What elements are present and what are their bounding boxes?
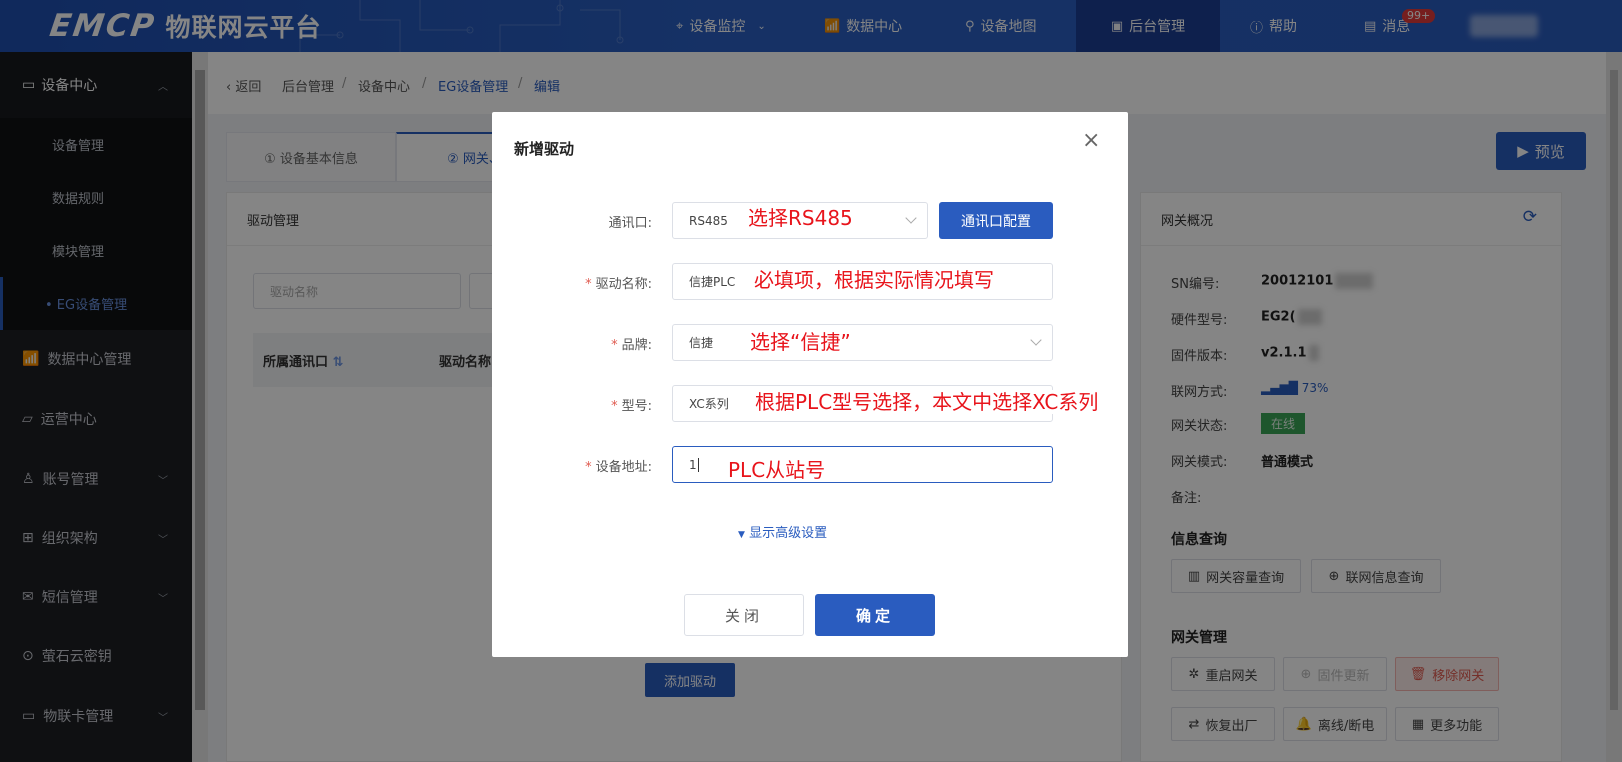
label-driver-name: * 驱动名称:: [585, 273, 652, 292]
required-mark: *: [611, 399, 618, 414]
input-value: 信捷PLC: [689, 275, 736, 289]
confirm-button[interactable]: 确定: [815, 594, 935, 636]
label-port: 通讯口:: [609, 212, 652, 231]
brand-select[interactable]: 信捷: [672, 324, 1053, 361]
select-value: RS485: [689, 213, 728, 228]
caret-down-icon: ▼: [738, 530, 745, 540]
select-value: XC系列: [689, 397, 729, 411]
label-text: 品牌:: [621, 338, 652, 353]
required-mark: *: [585, 277, 592, 292]
chevron-down-icon: [905, 212, 917, 224]
link-label: 显示高级设置: [749, 526, 828, 541]
close-button[interactable]: 关闭: [684, 594, 804, 636]
annotation: 选择RS485: [748, 206, 853, 230]
label-text: 通讯口:: [608, 216, 652, 231]
label-model: * 型号:: [611, 395, 652, 414]
label-brand: * 品牌:: [611, 334, 652, 353]
label-text: 型号:: [621, 399, 652, 414]
annotation: 选择“信捷”: [750, 330, 851, 354]
select-value: 信捷: [689, 336, 714, 350]
annotation: 根据PLC型号选择，本文中选择XC系列: [755, 390, 1099, 414]
label-device-address: * 设备地址:: [585, 456, 652, 475]
add-driver-dialog: 新增驱动 × 通讯口: RS485 通讯口配置 选择RS485 * 驱动名称: 信…: [492, 112, 1128, 657]
required-mark: *: [585, 460, 592, 475]
label-text: 驱动名称:: [595, 277, 652, 292]
dialog-title: 新增驱动: [514, 140, 575, 158]
label-text: 设备地址:: [595, 460, 652, 475]
chevron-down-icon: [1030, 334, 1042, 346]
required-mark: *: [611, 338, 618, 353]
input-value: 1: [689, 457, 697, 472]
annotation: 必填项，根据实际情况填写: [754, 268, 994, 292]
advanced-settings-link[interactable]: ▼ 显示高级设置: [738, 522, 827, 541]
close-icon[interactable]: ×: [1082, 130, 1100, 152]
port-config-button[interactable]: 通讯口配置: [939, 202, 1053, 239]
text-cursor: [697, 457, 699, 472]
annotation: PLC从站号: [728, 458, 826, 482]
